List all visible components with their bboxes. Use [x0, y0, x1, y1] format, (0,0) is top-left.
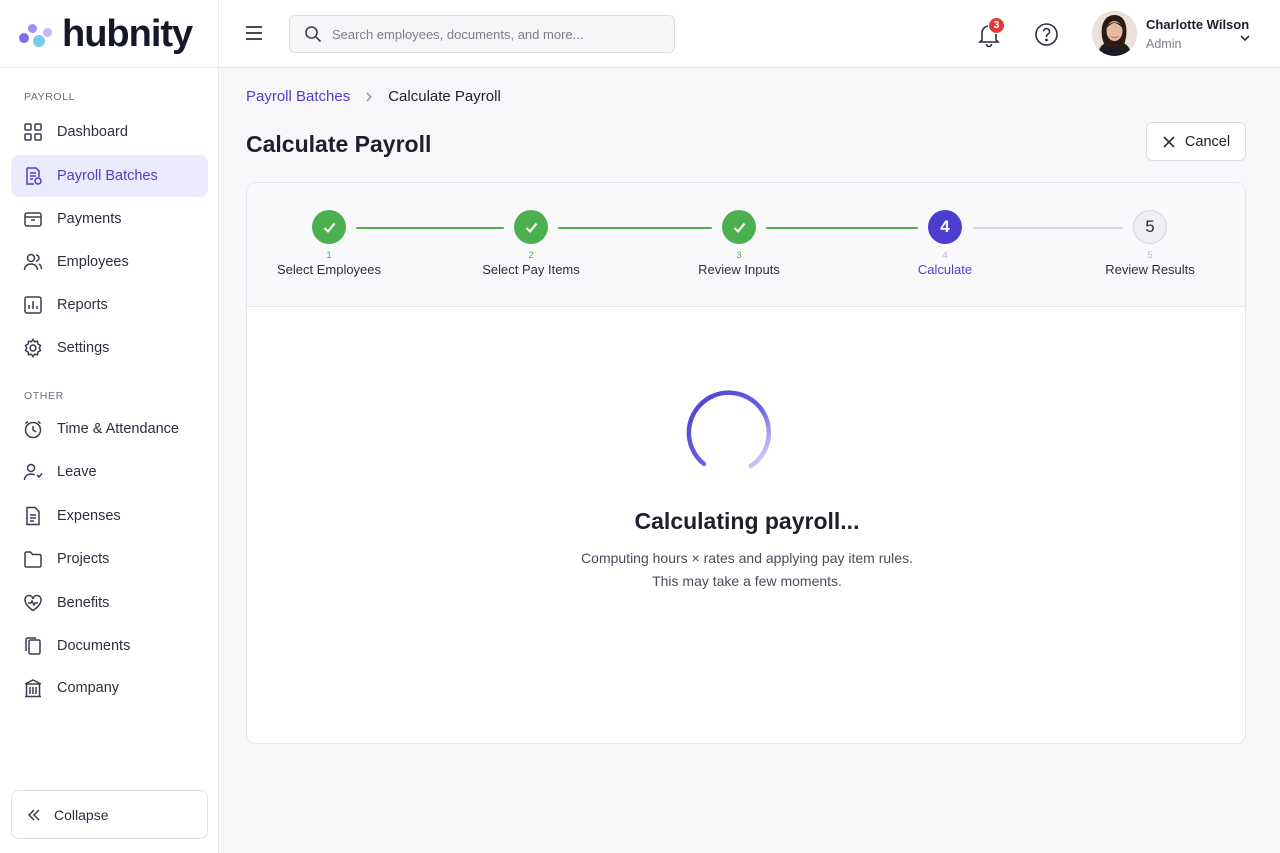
step-review-results: 5 5 Review Results — [1080, 210, 1220, 277]
wallet-icon — [23, 209, 43, 229]
search-bar[interactable] — [289, 15, 675, 53]
sidebar-item-payments[interactable]: Payments — [11, 198, 208, 240]
sidebar-item-label: Dashboard — [57, 124, 128, 140]
logo[interactable]: hubnity — [0, 0, 218, 68]
section-label-payroll: PAYROLL — [24, 91, 76, 103]
sidebar-item-documents[interactable]: Documents — [11, 625, 208, 667]
step-circle — [312, 210, 346, 244]
sidebar-item-expenses[interactable]: Expenses — [11, 495, 208, 537]
section-label-other: OTHER — [24, 390, 64, 402]
step-select-pay-items[interactable]: 2 Select Pay Items — [461, 210, 601, 277]
calculate-card: 1 Select Employees 2 Select Pay Items 3 … — [246, 182, 1246, 744]
cancel-label: Cancel — [1184, 133, 1231, 150]
cancel-button[interactable]: Cancel — [1146, 122, 1246, 161]
sidebar-item-reports[interactable]: Reports — [11, 284, 208, 326]
step-calculate: 4 4 Calculate — [875, 210, 1015, 277]
stepper: 1 Select Employees 2 Select Pay Items 3 … — [247, 183, 1245, 307]
sidebar-item-employees[interactable]: Employees — [11, 241, 208, 283]
chevron-down-icon[interactable] — [1237, 30, 1253, 46]
user-role: Admin — [1146, 37, 1182, 51]
breadcrumb: Payroll Batches Calculate Payroll — [246, 88, 501, 105]
loading-spinner-icon — [686, 390, 772, 469]
step-label: Review Results — [1105, 262, 1195, 277]
step-select-employees[interactable]: 1 Select Employees — [259, 210, 399, 277]
sidebar-item-dashboard[interactable]: Dashboard — [11, 111, 208, 153]
collapse-label: Collapse — [54, 806, 109, 823]
app-root: hubnity PAYROLL Dashboard Payroll Batche… — [0, 0, 1280, 853]
sidebar-item-label: Benefits — [57, 595, 110, 611]
document-icon — [23, 506, 43, 526]
building-icon — [23, 678, 43, 698]
step-number: 2 — [528, 250, 534, 261]
sidebar-item-label: Time & Attendance — [57, 421, 179, 437]
sidebar-item-label: Payroll Batches — [57, 168, 158, 184]
step-number: 1 — [326, 250, 332, 261]
sidebar-item-company[interactable]: Company — [11, 667, 208, 709]
breadcrumb-current: Calculate Payroll — [388, 88, 501, 105]
gear-icon — [23, 338, 43, 358]
sidebar-item-label: Employees — [57, 254, 129, 270]
copy-icon — [23, 636, 43, 656]
step-review-inputs[interactable]: 3 Review Inputs — [669, 210, 809, 277]
sidebar-item-label: Documents — [57, 638, 131, 654]
sidebar-item-label: Payments — [57, 211, 122, 227]
collapse-button[interactable]: Collapse — [11, 790, 208, 839]
page-title: Calculate Payroll — [246, 131, 432, 157]
chart-icon — [23, 295, 43, 315]
notification-badge: 3 — [988, 17, 1005, 34]
folder-icon — [23, 549, 43, 569]
step-number: 5 — [1147, 250, 1153, 261]
step-label: Calculate — [917, 262, 973, 277]
step-number: 3 — [736, 250, 742, 261]
step-circle: 4 — [928, 210, 962, 244]
sidebar-item-time-attendance[interactable]: Time & Attendance — [11, 408, 208, 450]
help-icon[interactable] — [1034, 22, 1059, 47]
sidebar-item-settings[interactable]: Settings — [11, 327, 208, 369]
heart-icon — [23, 593, 43, 613]
chevrons-left-icon — [27, 808, 40, 821]
sidebar-item-leave[interactable]: Leave — [11, 451, 208, 493]
loading-note: This may take a few moments. — [652, 573, 842, 589]
check-icon — [525, 222, 537, 233]
grid-icon — [23, 122, 43, 142]
sidebar-item-label: Reports — [57, 297, 108, 313]
user-name: Charlotte Wilson — [1146, 17, 1250, 32]
brand-name: hubnity — [62, 12, 193, 55]
step-circle — [722, 210, 756, 244]
breadcrumb-link-payroll-batches[interactable]: Payroll Batches — [246, 88, 350, 105]
sidebar-item-label: Expenses — [57, 508, 121, 524]
user-leave-icon — [23, 462, 43, 482]
receipt-icon — [23, 166, 43, 186]
step-label: Review Inputs — [698, 262, 780, 277]
search-icon — [305, 26, 322, 43]
sidebar-item-label: Leave — [57, 464, 97, 480]
close-icon — [1163, 135, 1175, 148]
loading-title: Calculating payroll... — [634, 508, 860, 534]
topbar: 3 Charlotte Wilson Admin — [219, 0, 1280, 68]
check-icon — [323, 222, 335, 233]
avatar[interactable] — [1092, 11, 1137, 56]
menu-icon[interactable] — [243, 22, 265, 44]
search-input[interactable] — [332, 26, 674, 42]
sidebar: hubnity PAYROLL Dashboard Payroll Batche… — [0, 0, 219, 853]
users-icon — [23, 252, 43, 272]
sidebar-item-label: Settings — [57, 340, 110, 356]
chevron-right-icon — [366, 92, 373, 101]
sidebar-item-projects[interactable]: Projects — [11, 538, 208, 580]
check-icon — [733, 222, 745, 233]
loading-description: Computing hours × rates and applying pay… — [581, 550, 913, 566]
sidebar-item-label: Projects — [57, 551, 110, 567]
step-circle: 5 — [1133, 210, 1167, 244]
sidebar-item-benefits[interactable]: Benefits — [11, 582, 208, 624]
step-circle — [514, 210, 548, 244]
step-label: Select Pay Items — [482, 262, 580, 277]
step-label: Select Employees — [276, 262, 382, 277]
step-number: 4 — [942, 250, 948, 261]
sidebar-item-payroll-batches[interactable]: Payroll Batches — [11, 155, 208, 197]
hubnity-logo-icon — [19, 19, 55, 49]
sidebar-item-label: Company — [57, 680, 120, 696]
clock-icon — [23, 419, 43, 439]
